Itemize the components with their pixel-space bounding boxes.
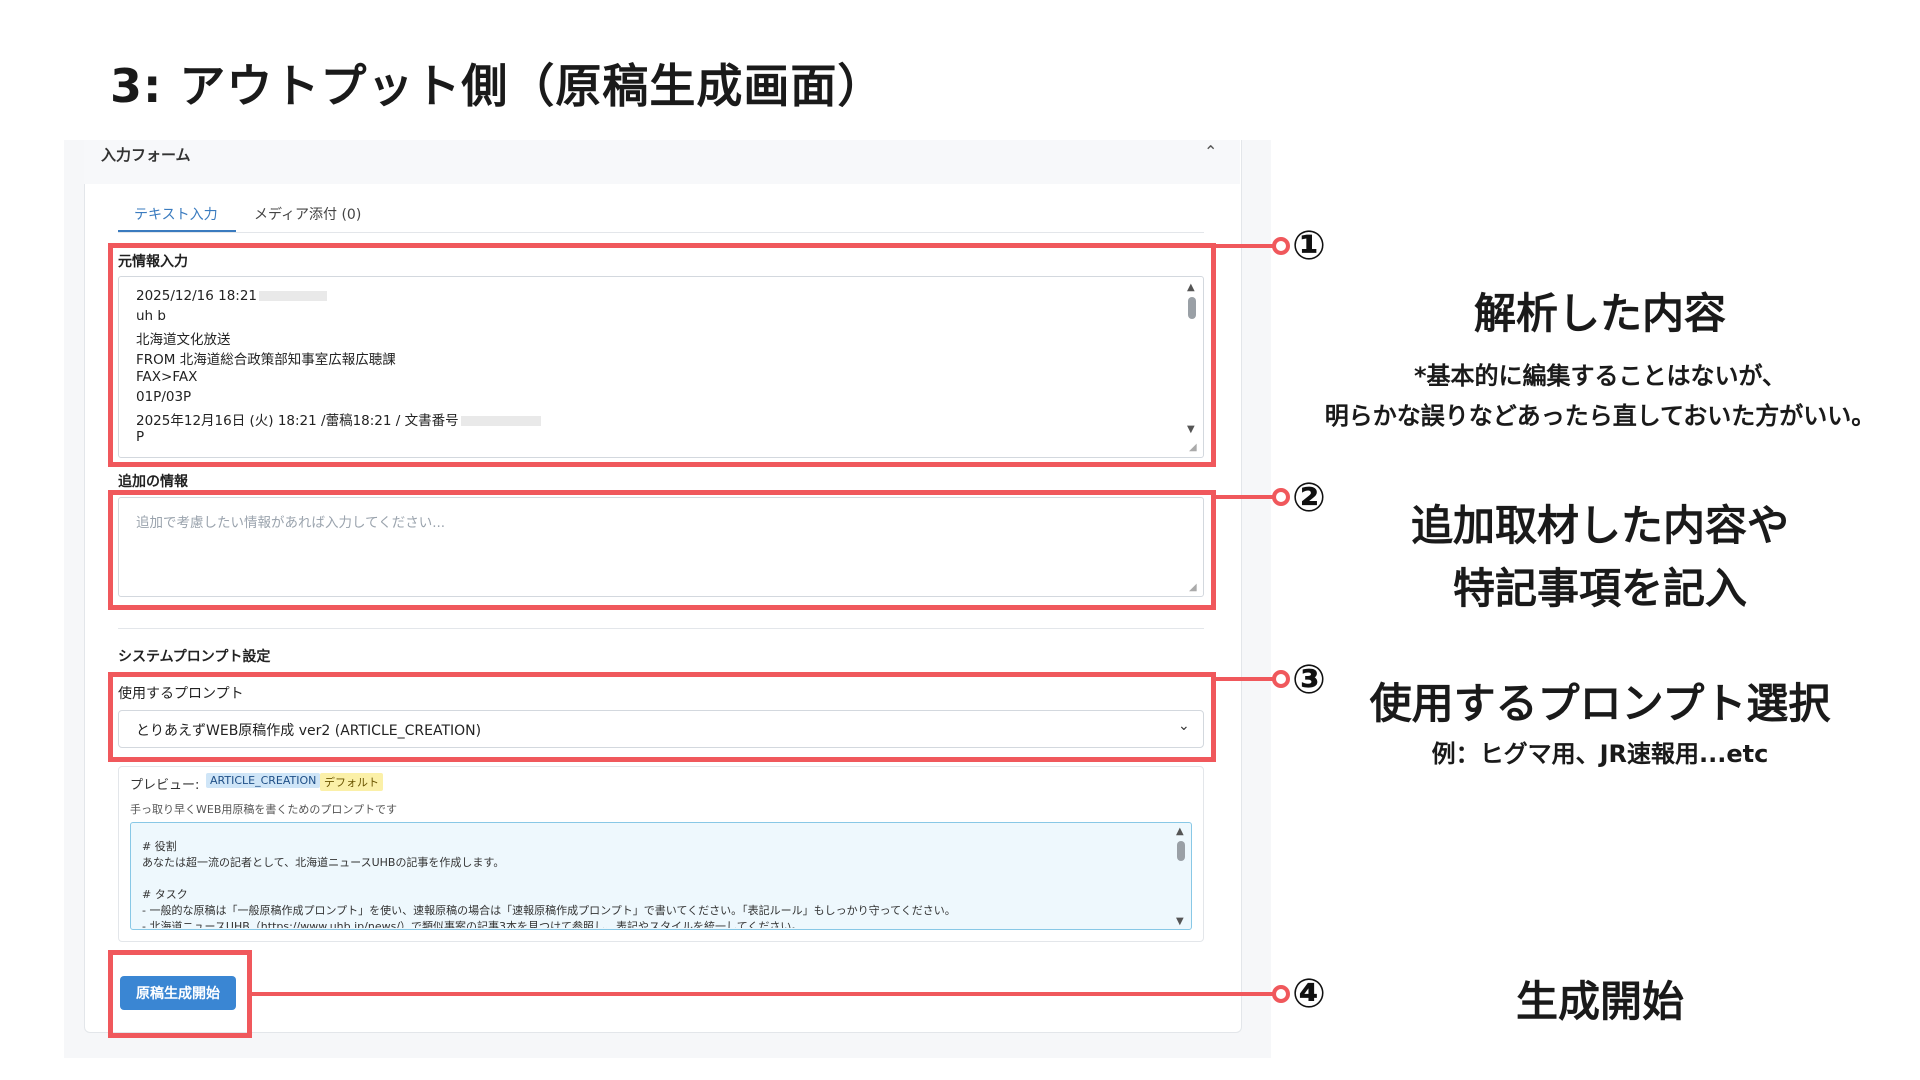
- chevron-up-icon[interactable]: ⌃: [1204, 142, 1217, 161]
- connector-dot-1: [1272, 237, 1290, 255]
- slide-title: 3: アウトプット側（原稿生成画面）: [110, 59, 885, 113]
- highlight-box-2: [108, 490, 1216, 610]
- tabs-divider: [118, 232, 1204, 233]
- scroll-down-icon[interactable]: ▼: [1176, 916, 1184, 927]
- scrollbar-thumb[interactable]: [1177, 841, 1185, 861]
- preview-label: プレビュー:: [130, 778, 200, 793]
- card-header-title: 入力フォーム: [101, 146, 191, 164]
- connector-line-3: [1216, 677, 1278, 681]
- card-header: [84, 140, 1240, 184]
- default-badge: デフォルト: [320, 773, 383, 791]
- highlight-box-1: [108, 243, 1216, 467]
- prompt-content-line: - 一般的な原稿は「一般原稿作成プロンプト」を使い、速報原稿の場合は「速報原稿作…: [142, 904, 956, 917]
- connector-dot-4: [1272, 985, 1290, 1003]
- prompt-code-badge: ARTICLE_CREATION: [206, 773, 321, 788]
- annotation-2-title-line: 追加取材した内容や: [1410, 501, 1789, 550]
- connector-line-4: [252, 992, 1278, 996]
- annotation-number-3: ③: [1292, 657, 1326, 703]
- prompt-description: 手っ取り早くWEB用原稿を書くためのプロンプトです: [130, 803, 398, 816]
- annotation-1-title: 解析した内容: [1473, 289, 1726, 338]
- annotation-3-title: 使用するプロンプト選択: [1369, 679, 1831, 728]
- annotation-1-sub: 明らかな誤りなどあったら直しておいた方がいい。: [1324, 402, 1876, 430]
- prompt-content-line: あなたは超一流の記者として、北海道ニュースUHBの記事を作成します。: [142, 856, 505, 869]
- annotation-3-sub: 例：ヒグマ用、JR速報用...etc: [1431, 740, 1769, 768]
- connector-dot-2: [1272, 488, 1290, 506]
- connector-line-2: [1216, 495, 1278, 499]
- prompt-content-line: # 役割: [142, 840, 177, 853]
- annotation-number-2: ②: [1292, 475, 1326, 521]
- annotation-4-title: 生成開始: [1515, 977, 1684, 1026]
- tab-media-attach[interactable]: メディア添付 (0): [254, 204, 361, 224]
- tab-text-input[interactable]: テキスト入力: [134, 204, 218, 224]
- prompt-content-line: - 北海道ニュースUHB（https://www.uhb.jp/news/）で類…: [142, 920, 803, 928]
- prompt-content-line: # タスク: [142, 888, 188, 901]
- additional-info-label: 追加の情報: [118, 474, 188, 490]
- connector-line-1: [1216, 244, 1278, 248]
- annotation-number-4: ④: [1292, 971, 1326, 1017]
- annotation-1-sub: *基本的に編集することはないが、: [1413, 362, 1787, 390]
- highlight-box-4: [108, 950, 252, 1038]
- annotation-2-title-line: 特記事項を記入: [1452, 564, 1747, 613]
- section-divider: [118, 628, 1204, 629]
- system-prompt-section-title: システムプロンプト設定: [118, 649, 271, 665]
- scroll-up-icon[interactable]: ▲: [1176, 826, 1184, 837]
- annotation-number-1: ①: [1292, 223, 1326, 269]
- highlight-box-3: [108, 672, 1216, 762]
- connector-dot-3: [1272, 670, 1290, 688]
